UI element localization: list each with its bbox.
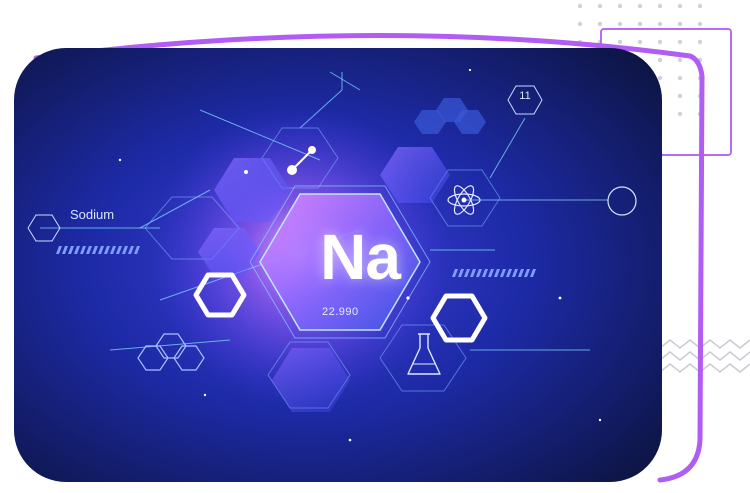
atomic-number-label: 11 <box>519 90 531 102</box>
flask-icon <box>407 333 441 375</box>
atom-icon <box>447 185 481 215</box>
atomic-mass-label: 22.990 <box>322 306 359 318</box>
element-symbol: Na <box>320 221 401 293</box>
molecule-icon <box>287 146 316 175</box>
sodium-illustration-card: Sodium Na 22.990 11 <box>0 0 750 493</box>
element-name-label: Sodium <box>70 207 115 222</box>
